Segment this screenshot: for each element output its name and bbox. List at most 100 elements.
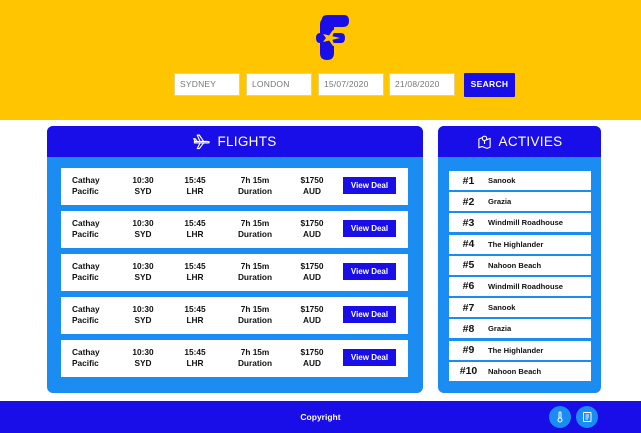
departure-code: SYD [134, 228, 152, 239]
price-value: $1750 [300, 218, 324, 228]
activity-name: Grazia [488, 197, 512, 207]
duration: 7h 15m Duration [231, 347, 279, 368]
departure: 10:30 SYD [127, 347, 159, 368]
price: $1750 AUD [295, 261, 329, 282]
view-deal-button[interactable]: View Deal [343, 177, 396, 194]
activity-name: Windmill Roadhouse [488, 281, 564, 291]
search-button[interactable]: SEARCH [464, 73, 515, 97]
activity-name: The Highlander [488, 239, 544, 249]
duration-label: Duration [237, 271, 273, 282]
activity-item[interactable]: #6 Windmill Roadhouse [449, 276, 591, 296]
departure: 10:30 SYD [127, 304, 159, 325]
duration: 7h 15m Duration [231, 175, 279, 196]
price-value: $1750 [300, 304, 324, 314]
activity-item[interactable]: #7 Sanook [449, 298, 591, 318]
activity-item[interactable]: #10 Nahoon Beach [449, 361, 591, 381]
activity-name: The Highlander [488, 345, 544, 355]
airline-line2: Pacific [72, 185, 99, 196]
activity-item[interactable]: #8 Grazia [449, 319, 591, 339]
arrival: 15:45 LHR [179, 347, 211, 368]
notebook-icon[interactable] [576, 406, 598, 428]
flights-title: FLIGHTS [217, 134, 277, 149]
airline-line2: Pacific [72, 357, 99, 368]
activity-item[interactable]: #9 The Highlander [449, 340, 591, 360]
flights-header: FLIGHTS [47, 126, 423, 157]
activity-item[interactable]: #2 Grazia [449, 192, 591, 212]
airline-line2: Pacific [72, 271, 99, 282]
activity-item[interactable]: #4 The Highlander [449, 234, 591, 254]
departure-code: SYD [134, 357, 152, 368]
departure-time: 10:30 [132, 218, 154, 228]
departure-code: SYD [134, 271, 152, 282]
destination-input[interactable]: LONDON [246, 73, 312, 96]
activity-name: Nahoon Beach [488, 366, 542, 376]
activity-name: Grazia [488, 324, 512, 334]
airline-line1: Cathay [72, 304, 100, 314]
header: SYDNEY LONDON 15/07/2020 21/08/2020 SEAR… [0, 0, 641, 120]
arrival: 15:45 LHR [179, 175, 211, 196]
origin-input[interactable]: SYDNEY [174, 73, 240, 96]
return-date-input[interactable]: 21/08/2020 [389, 73, 455, 96]
activities-header: ACTIVIES [438, 126, 601, 157]
activity-rank: #10 [459, 365, 478, 378]
airline-line1: Cathay [72, 261, 100, 271]
activity-name: Windmill Roadhouse [488, 218, 564, 228]
duration-value: 7h 15m [240, 218, 270, 228]
arrival: 15:45 LHR [179, 304, 211, 325]
arrival-time: 15:45 [184, 261, 206, 271]
departure-time: 10:30 [132, 304, 154, 314]
departure: 10:30 SYD [127, 218, 159, 239]
arrival: 15:45 LHR [179, 261, 211, 282]
activity-rank: #3 [462, 216, 475, 229]
flight-row: Cathay Pacific 10:30 SYD 15:45 LHR 7h 15m Durat… [61, 168, 408, 205]
price-currency: AUD [303, 357, 321, 368]
duration: 7h 15m Duration [231, 218, 279, 239]
airline-name: Cathay Pacific [72, 347, 100, 368]
view-deal-button[interactable]: View Deal [343, 349, 396, 366]
airline-line1: Cathay [72, 347, 100, 357]
airline-name: Cathay Pacific [72, 304, 100, 325]
activity-rank: #5 [462, 259, 475, 272]
activity-rank: #6 [462, 280, 475, 293]
price: $1750 AUD [295, 175, 329, 196]
price-value: $1750 [300, 261, 324, 271]
activity-item[interactable]: #1 Sanook [449, 171, 591, 190]
arrival-code: LHR [186, 271, 204, 282]
view-deal-button[interactable]: View Deal [343, 263, 396, 280]
activity-name: Nahoon Beach [488, 260, 542, 270]
departure-time: 10:30 [132, 347, 154, 357]
flight-row: Cathay Pacific 10:30 SYD 15:45 LHR 7h 15m Durat… [61, 297, 408, 334]
activity-rank: #8 [462, 322, 475, 335]
duration-label: Duration [237, 314, 273, 325]
activity-rank: #9 [462, 344, 475, 356]
departure-time: 10:30 [132, 175, 154, 185]
departure: 10:30 SYD [127, 261, 159, 282]
arrival-code: LHR [186, 228, 204, 239]
activity-rank: #1 [462, 174, 475, 187]
logo-icon[interactable] [314, 13, 350, 61]
airline-line2: Pacific [72, 228, 99, 239]
arrival-time: 15:45 [184, 218, 206, 228]
price: $1750 AUD [295, 347, 329, 368]
view-deal-button[interactable]: View Deal [343, 306, 396, 323]
arrival-code: LHR [186, 185, 204, 196]
duration-value: 7h 15m [240, 304, 270, 314]
airline-line2: Pacific [72, 314, 99, 325]
view-deal-button[interactable]: View Deal [343, 220, 396, 237]
duration-value: 7h 15m [240, 347, 270, 357]
price-value: $1750 [300, 347, 324, 357]
price: $1750 AUD [295, 304, 329, 325]
price-currency: AUD [303, 271, 321, 282]
arrival-time: 15:45 [184, 304, 206, 314]
activity-item[interactable]: #3 Windmill Roadhouse [449, 213, 591, 233]
thermometer-icon[interactable] [549, 406, 571, 428]
departure-code: SYD [134, 185, 152, 196]
flights-panel: FLIGHTS Cathay Pacific 10:30 SYD 15:45 LHR 7h … [47, 126, 423, 393]
activity-item[interactable]: #5 Nahoon Beach [449, 255, 591, 275]
airline-name: Cathay Pacific [72, 261, 100, 282]
price-currency: AUD [303, 185, 321, 196]
activity-rank: #7 [462, 301, 475, 314]
footer: Copyright [0, 401, 641, 433]
depart-date-input[interactable]: 15/07/2020 [318, 73, 384, 96]
flight-row: Cathay Pacific 10:30 SYD 15:45 LHR 7h 15m Durat… [61, 340, 408, 377]
